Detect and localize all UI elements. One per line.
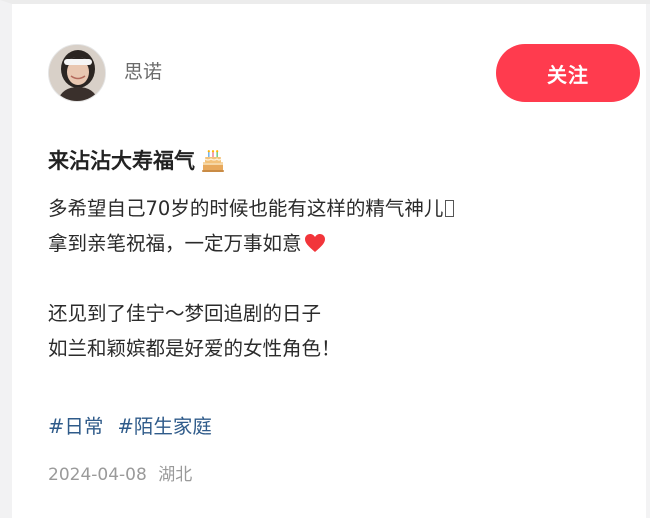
scrollbar-track[interactable] xyxy=(646,4,650,518)
body-line-text: 如兰和颖嫔都是好爱的女性角色！ xyxy=(48,337,341,360)
post-date: 2024-04-08 xyxy=(48,465,147,485)
red-heart-icon xyxy=(304,229,326,252)
body-line-text: 拿到亲笔祝福，一定万事如意 xyxy=(48,232,302,255)
avatar[interactable] xyxy=(48,44,106,102)
post-location: 湖北 xyxy=(158,465,193,485)
body-line-text: 多希望自己70岁的时候也能有这样的精气神儿 xyxy=(48,197,444,220)
tag-list: #日常 #陌生家庭 xyxy=(48,412,220,442)
follow-button[interactable]: 关注 xyxy=(496,44,640,102)
body-line: 多希望自己70岁的时候也能有这样的精气神儿 xyxy=(48,191,638,226)
birthday-cake-icon xyxy=(201,149,225,173)
body-line: 如兰和颖嫔都是好爱的女性角色！ xyxy=(48,331,638,366)
post-title-text: 来沾沾大寿福气 xyxy=(48,149,195,173)
avatar-photo-icon xyxy=(49,45,105,101)
post-meta: 2024-04-08 湖北 xyxy=(48,462,192,488)
body-line: 还见到了佳宁～梦回追剧的日子 xyxy=(48,296,638,331)
post-body: 多希望自己70岁的时候也能有这样的精气神儿 拿到亲笔祝福，一定万事如意 还见到了… xyxy=(48,191,638,366)
tag-link[interactable]: #陌生家庭 xyxy=(118,415,212,438)
tag-link[interactable]: #日常 xyxy=(48,415,103,438)
post-content: 来沾沾大寿福气 多希望自己70岁的时候也能有这样的精气神儿 拿到亲笔祝福，一定万… xyxy=(48,144,638,366)
body-line: 拿到亲笔祝福，一定万事如意 xyxy=(48,226,638,261)
author-name[interactable]: 思诺 xyxy=(124,60,162,84)
body-line-text: 还见到了佳宁～梦回追剧的日子 xyxy=(48,302,322,325)
note-detail-page: 思诺 关注 来沾沾大寿福气 多希望自己70岁的时候也能有这样的精气神儿 拿到亲笔… xyxy=(0,0,650,518)
post-title: 来沾沾大寿福气 xyxy=(48,144,638,178)
author-header: 思诺 关注 xyxy=(48,42,640,106)
missing-glyph-icon xyxy=(445,200,455,217)
